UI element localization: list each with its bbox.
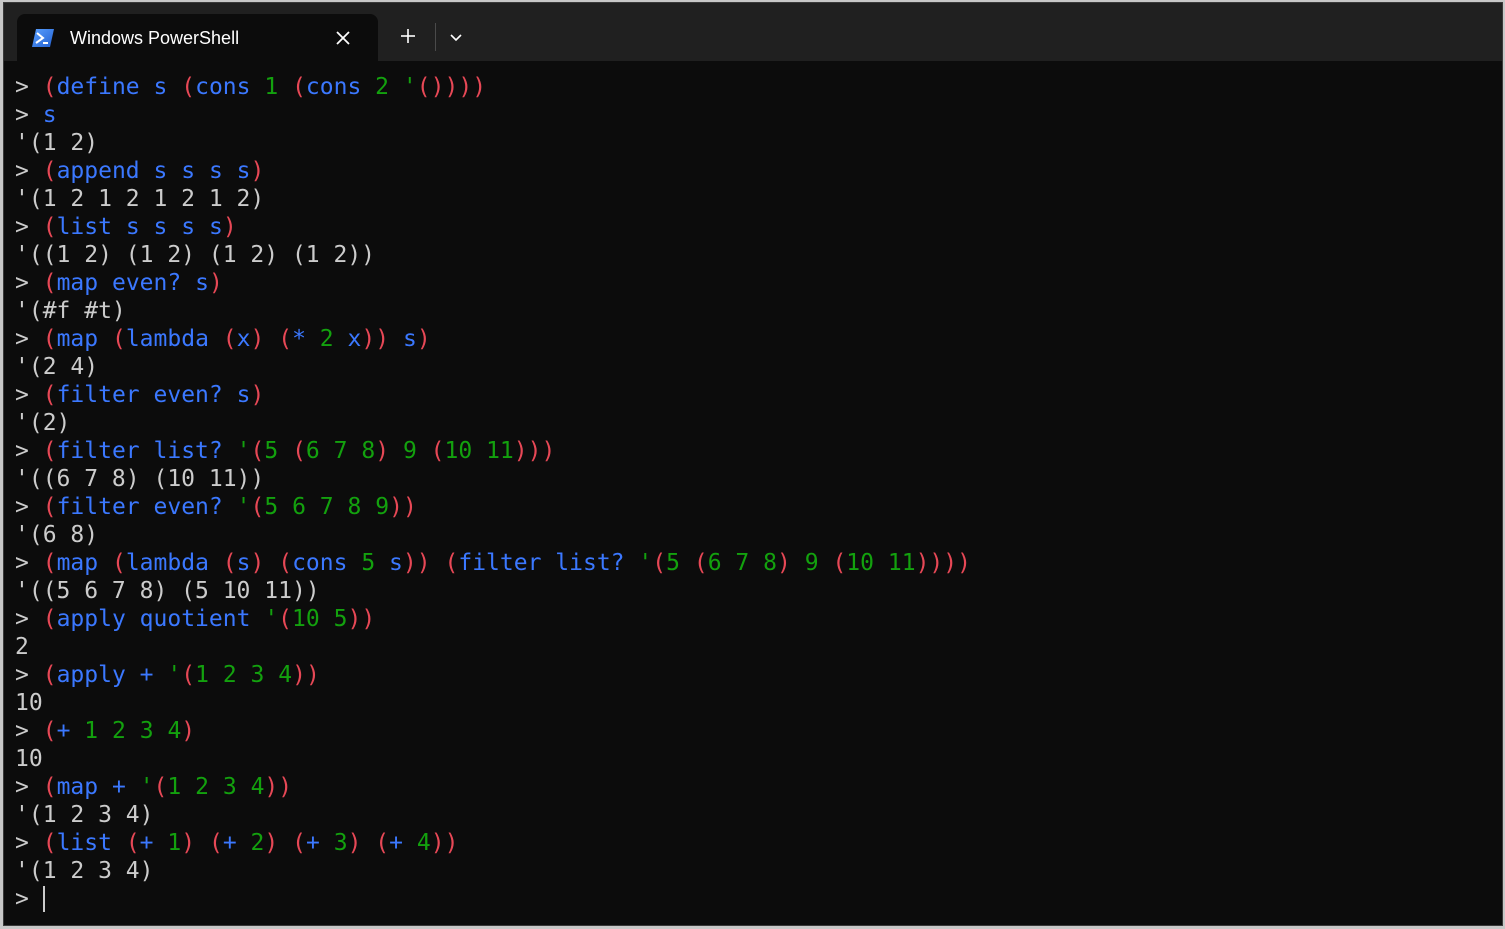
output-text: '(1 2 3 4): [15, 858, 154, 884]
input-code: (map (lambda (x) (* 2 x)) s): [42, 326, 431, 352]
input-code: (filter list? '(5 (6 7 8) 9 (10 11))): [42, 438, 556, 464]
output-line: '(1 2 3 4): [15, 801, 1495, 829]
output-line: '((6 7 8) (10 11)): [15, 465, 1495, 493]
input-line: > (list (+ 1) (+ 2) (+ 3) (+ 4)): [15, 830, 459, 856]
input-code: (list (+ 1) (+ 2) (+ 3) (+ 4)): [42, 830, 459, 856]
input-code: (filter even? '(5 6 7 8 9)): [42, 494, 417, 520]
output-text: '((1 2) (1 2) (1 2) (1 2)): [15, 242, 376, 268]
input-line: >: [15, 886, 45, 912]
powershell-icon: [32, 29, 54, 47]
tab-windows-powershell[interactable]: Windows PowerShell: [17, 14, 378, 62]
input-line: > (list s s s s): [15, 214, 237, 240]
output-text: '((5 6 7 8) (5 10 11)): [15, 578, 320, 604]
input-line: > (map (lambda (s) (cons 5 s)) (filter l…: [15, 550, 971, 576]
output-text: '((6 7 8) (10 11)): [15, 466, 265, 492]
output-line: '(6 8): [15, 521, 1495, 549]
input-code: (apply + '(1 2 3 4)): [42, 662, 320, 688]
input-code: (define s (cons 1 (cons 2 '()))): [42, 74, 487, 100]
input-line: > (map + '(1 2 3 4)): [15, 774, 293, 800]
terminal-output[interactable]: > (define s (cons 1 (cons 2 '()))) > s '(1…: [15, 73, 1495, 923]
input-code: (map even? s): [42, 270, 223, 296]
input-code: (+ 1 2 3 4): [42, 718, 196, 744]
input-line: > (+ 1 2 3 4): [15, 718, 196, 744]
input-code: (append s s s s): [42, 158, 265, 184]
input-code: (apply quotient '(10 5)): [42, 606, 376, 632]
output-text: '(1 2 1 2 1 2 1 2): [15, 186, 265, 212]
output-text: 10: [15, 746, 43, 772]
input-line: > (define s (cons 1 (cons 2 '()))): [15, 74, 487, 100]
input-code: s: [42, 102, 57, 128]
input-line: > (map even? s): [15, 270, 223, 296]
output-line: 10: [15, 745, 1495, 773]
input-code: (filter even? s): [42, 382, 265, 408]
input-line: > (filter list? '(5 (6 7 8) 9 (10 11))): [15, 438, 556, 464]
output-line: '((5 6 7 8) (5 10 11)): [15, 577, 1495, 605]
output-text: '(1 2 3 4): [15, 802, 154, 828]
chevron-down-icon[interactable]: [446, 27, 466, 47]
output-text: 10: [15, 690, 43, 716]
output-line: '(2 4): [15, 353, 1495, 381]
output-line: '(1 2): [15, 129, 1495, 157]
output-text: '(6 8): [15, 522, 99, 548]
output-text: '(2 4): [15, 354, 99, 380]
output-text: '(2): [15, 410, 71, 436]
output-line: 10: [15, 689, 1495, 717]
output-line: '(1 2 1 2 1 2 1 2): [15, 185, 1495, 213]
title-bar: Windows PowerShell: [4, 3, 1502, 62]
input-code: (map + '(1 2 3 4)): [42, 774, 293, 800]
text-cursor: [42, 886, 45, 912]
tab-divider: [435, 23, 436, 51]
terminal-window: Windows PowerShell > (define s (cons 1 (…: [3, 2, 1503, 926]
input-line: > (map (lambda (x) (* 2 x)) s): [15, 326, 431, 352]
output-text: 2: [15, 634, 29, 660]
close-icon[interactable]: [333, 28, 353, 48]
input-line: > s: [15, 102, 57, 128]
input-line: > (append s s s s): [15, 158, 265, 184]
plus-icon[interactable]: [398, 26, 418, 46]
input-line: > (apply quotient '(10 5)): [15, 606, 376, 632]
output-line: '(#f #t): [15, 297, 1495, 325]
output-line: 2: [15, 633, 1495, 661]
output-text: '(1 2): [15, 130, 99, 156]
input-code: (map (lambda (s) (cons 5 s)) (filter lis…: [42, 550, 971, 576]
tab-title: Windows PowerShell: [70, 28, 240, 48]
input-line: > (apply + '(1 2 3 4)): [15, 662, 320, 688]
input-line: > (filter even? '(5 6 7 8 9)): [15, 494, 417, 520]
output-line: '(2): [15, 409, 1495, 437]
input-line: > (filter even? s): [15, 382, 265, 408]
output-line: '((1 2) (1 2) (1 2) (1 2)): [15, 241, 1495, 269]
output-text: '(#f #t): [15, 298, 126, 324]
input-code: (list s s s s): [42, 214, 237, 240]
output-line: '(1 2 3 4): [15, 857, 1495, 885]
